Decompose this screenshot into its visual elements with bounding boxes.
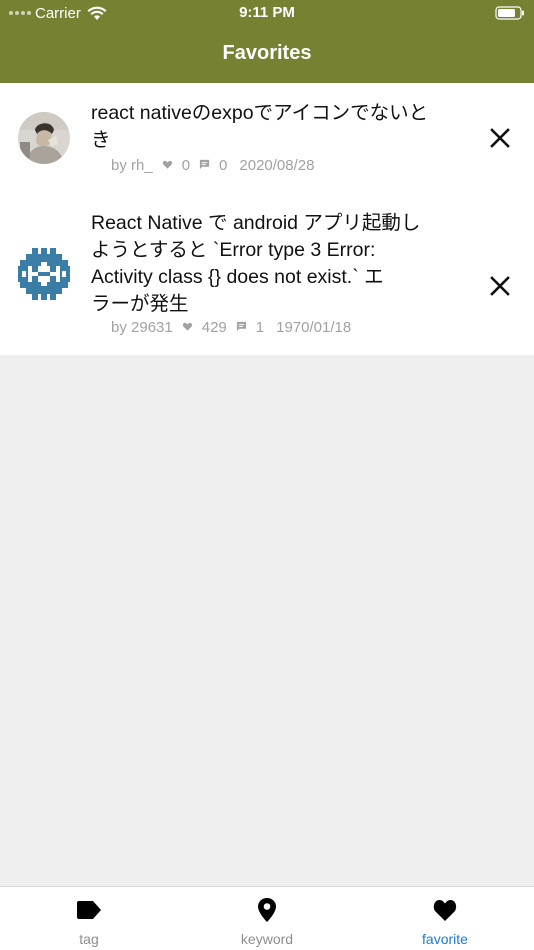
- heart-icon: [182, 322, 192, 331]
- favorites-list: react nativeのexpoでアイコンでないと き by rh_ 0 0 …: [0, 83, 534, 355]
- title-line: ようとすると `Error type 3 Error:: [91, 239, 376, 261]
- likes-count: 429: [201, 319, 227, 336]
- tag-icon: [77, 901, 101, 919]
- page-title: Favorites: [222, 42, 312, 64]
- title-line: React Native で android アプリ起動し: [91, 212, 421, 234]
- list-item[interactable]: react nativeのexpoでアイコンでないと き by rh_ 0 0 …: [0, 83, 534, 195]
- heart-icon: [162, 160, 172, 169]
- tab-favorite[interactable]: favorite: [356, 887, 534, 950]
- author-label: by rh_: [111, 157, 153, 174]
- avatar: [18, 248, 70, 300]
- tab-tag[interactable]: tag: [0, 887, 178, 950]
- heart-icon: [433, 900, 457, 921]
- date-label: 1970/01/18: [276, 319, 352, 336]
- title-line: ラーが発生: [91, 293, 189, 315]
- tab-label: favorite: [422, 931, 468, 947]
- item-title[interactable]: react nativeのexpoでアイコンでないと き: [91, 100, 471, 154]
- remove-favorite-button[interactable]: [489, 275, 511, 297]
- list-item[interactable]: React Native で android アプリ起動し ようとすると `Er…: [0, 195, 534, 355]
- comments-count: 0: [219, 157, 228, 174]
- remove-favorite-button[interactable]: [489, 127, 511, 149]
- item-meta: by 29631 429 1 1970/01/18: [111, 319, 351, 336]
- comment-icon: [199, 159, 210, 169]
- tab-label: keyword: [240, 931, 294, 947]
- user-photo-avatar-icon: [18, 112, 70, 164]
- status-time: 9:11 PM: [239, 4, 295, 21]
- comments-count: 1: [255, 319, 265, 336]
- location-pin-icon: [258, 898, 276, 922]
- title-line: react nativeのexpoでアイコンでないと: [91, 102, 429, 124]
- likes-count: 0: [181, 157, 191, 174]
- title-line: Activity class {} does not exist.` エ: [91, 266, 384, 288]
- author-label: by 29631: [111, 319, 173, 336]
- date-label: 2020/08/28: [239, 157, 315, 174]
- avatar: [18, 112, 70, 164]
- item-meta: by rh_ 0 0 2020/08/28: [111, 157, 314, 174]
- title-line: き: [91, 129, 111, 151]
- tab-keyword[interactable]: keyword: [178, 887, 356, 950]
- tab-label: tag: [79, 931, 99, 947]
- comment-icon: [236, 321, 246, 331]
- item-title[interactable]: React Native で android アプリ起動し ようとすると `Er…: [91, 210, 471, 318]
- identicon-avatar-icon: [18, 248, 70, 300]
- status-bar: Carrier 9:11 PM: [0, 0, 534, 27]
- tab-bar: tag keyword favorite: [0, 886, 534, 950]
- battery-icon: [495, 6, 524, 20]
- navigation-header: Carrier 9:11 PM Favorites: [0, 0, 534, 83]
